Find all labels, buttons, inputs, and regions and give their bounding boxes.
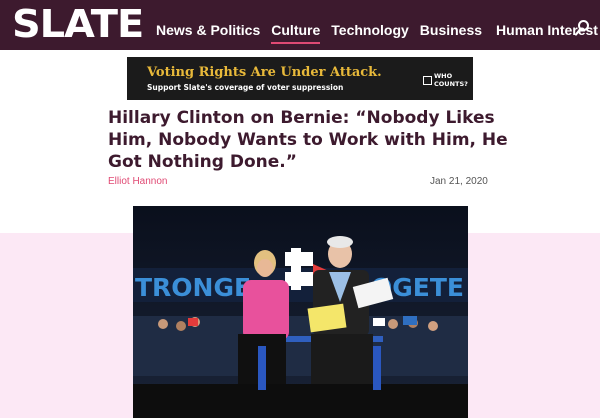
article-headline: Hillary Clinton on Bernie: “Nobody Likes…: [108, 108, 508, 172]
who-counts-badge: WHO COUNTS?: [422, 71, 470, 93]
nav-culture[interactable]: Culture: [271, 21, 321, 44]
crowd: [133, 316, 468, 376]
nav-news-politics[interactable]: News & Politics: [156, 21, 260, 39]
banner-text-left: TRONGE: [135, 273, 251, 302]
search-icon: [574, 20, 589, 36]
ballot-box-icon: [423, 76, 432, 85]
nav-business[interactable]: Business: [420, 21, 482, 39]
photo-illustration: TRONGE OGETE: [133, 206, 468, 418]
article-author[interactable]: Elliot Hannon: [108, 176, 167, 187]
ad-subtitle: Support Slate's coverage of voter suppre…: [147, 83, 344, 92]
site-header: SLATE News & Politics Culture Technology…: [0, 0, 600, 50]
slate-logo[interactable]: SLATE: [12, 2, 144, 46]
who-counts-label: WHO COUNTS?: [434, 72, 468, 88]
ad-title: Voting Rights Are Under Attack.: [147, 65, 382, 80]
main-nav: News & Politics Culture Technology Busin…: [156, 21, 600, 44]
ad-banner[interactable]: Voting Rights Are Under Attack. Support …: [127, 57, 473, 100]
article-date: Jan 21, 2020: [430, 176, 488, 187]
search-button[interactable]: [574, 19, 590, 37]
article-photo: TRONGE OGETE: [133, 206, 468, 418]
nav-technology[interactable]: Technology: [331, 21, 409, 39]
